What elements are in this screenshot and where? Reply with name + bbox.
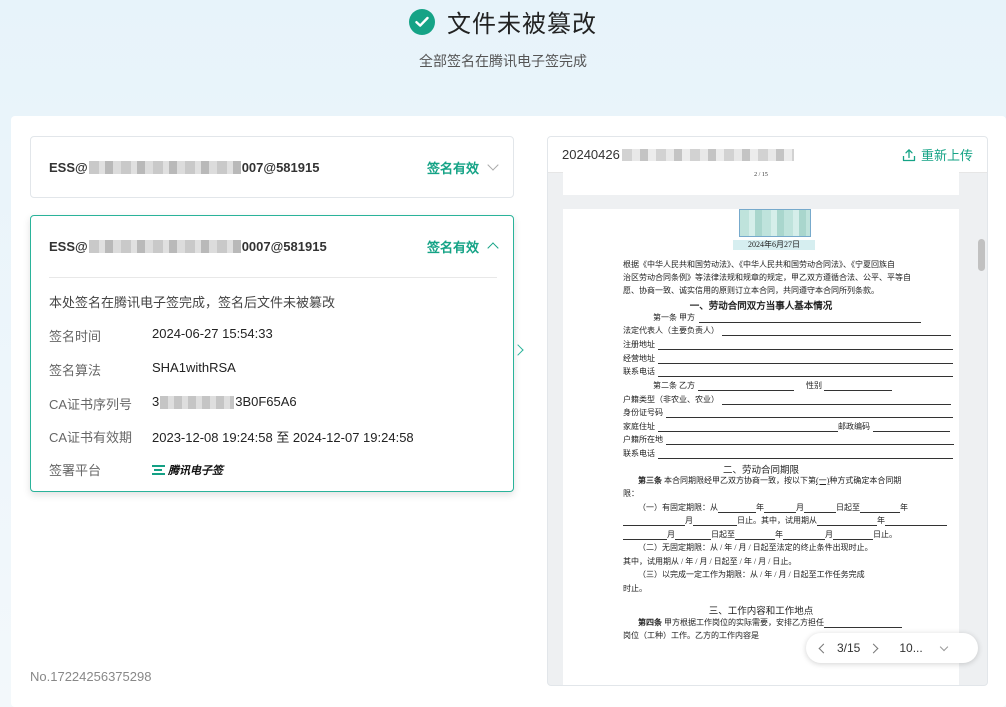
signature-description: 本处签名在腾讯电子签完成，签名后文件未被篡改 (49, 295, 336, 310)
upload-icon (902, 148, 916, 161)
result-header: 文件未被篡改 全部签名在腾讯电子签完成 (0, 0, 1006, 116)
preview-header: 20240426 重新上传 (548, 137, 987, 173)
document-preview: 20240426 重新上传 2 / 15 2024年6月27日 根据《中华人民共… (547, 136, 988, 686)
detail-platform: 签署平台 腾讯电子签 (49, 460, 223, 479)
tencent-esign-logo: 腾讯电子签 (152, 460, 223, 479)
chevron-up-icon[interactable] (487, 242, 499, 254)
reupload-button[interactable]: 重新上传 (902, 145, 973, 164)
document-number: No.17224256375298 (30, 669, 152, 684)
detail-ca-validity: CA证书有效期 2023-12-08 19:24:58 至 2024-12-07… (49, 430, 414, 445)
check-circle-icon (409, 8, 435, 35)
masked-id (88, 239, 241, 253)
stamp-date: 2024年6月27日 (733, 240, 815, 250)
signature-status: 签名有效 (426, 160, 479, 176)
detail-sign-time: 签名时间 2024-06-27 15:54:33 (49, 326, 273, 344)
page-navigator: 3/15 10... (806, 633, 978, 663)
signature-status: 签名有效 (426, 239, 479, 255)
signer-card-1[interactable]: ESS@ 007@581915 签名有效 (30, 136, 514, 198)
masked-serial (160, 396, 235, 410)
signer-card-header[interactable]: ESS@ 0007@581915 签名有效 (49, 216, 499, 276)
signer-card-2[interactable]: ESS@ 0007@581915 签名有效 本处签名在腾讯电子签完成，签名后文件未… (30, 215, 514, 492)
page-indicator: 3/15 (837, 641, 861, 655)
file-name: 20240426 (562, 147, 794, 162)
document-page: 2024年6月27日 根据《中华人民共和国劳动法》、《中华人民共和国劳动合同法》… (563, 209, 959, 685)
chevron-right-icon[interactable] (868, 643, 879, 653)
masked-file-name (621, 148, 794, 161)
pointer-arrow (512, 344, 524, 356)
preview-scrollbar[interactable] (978, 239, 985, 271)
masked-id (88, 160, 241, 174)
chevron-left-icon[interactable] (818, 643, 829, 653)
page-title: 文件未被篡改 (447, 11, 597, 38)
tencent-esign-logo-icon (152, 464, 165, 475)
signer-id: ESS@ 0007@581915 (49, 238, 327, 254)
signer-card-header[interactable]: ESS@ 007@581915 签名有效 (49, 137, 499, 197)
detail-sign-algorithm: 签名算法 SHA1withRSA (49, 360, 236, 378)
page-subtitle: 全部签名在腾讯电子签完成 (419, 53, 587, 69)
previous-page: 2 / 15 (563, 171, 959, 195)
verification-card: ESS@ 007@581915 签名有效 ESS@ 0007@581915 签名有效… (11, 116, 1006, 707)
divider (49, 277, 497, 278)
zoom-select[interactable]: 10... (899, 641, 922, 655)
signer-id: ESS@ 007@581915 (49, 159, 320, 175)
detail-ca-serial: CA证书序列号 3 3B0F65A6 (49, 394, 297, 412)
chevron-down-icon[interactable] (487, 159, 499, 171)
title-row: 文件未被篡改 (0, 4, 1006, 39)
signature-stamp (739, 209, 811, 237)
chevron-down-icon[interactable] (939, 642, 948, 651)
